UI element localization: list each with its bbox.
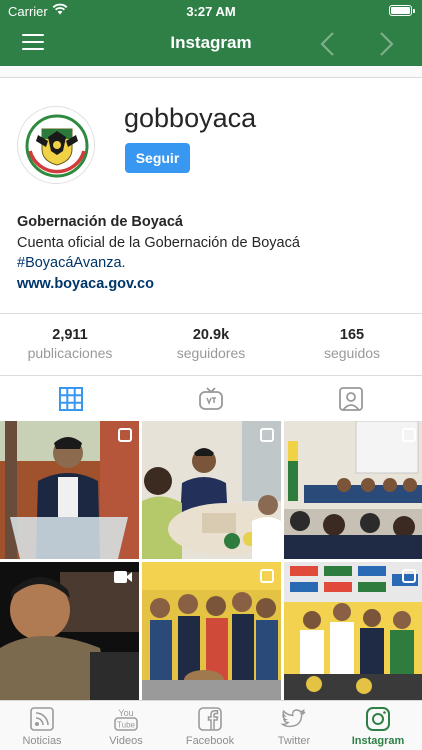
post-image	[142, 421, 281, 559]
tab-facebook[interactable]: Facebook	[168, 705, 252, 750]
hashtag-suffix: .	[121, 255, 126, 271]
igtv-icon[interactable]	[198, 386, 224, 412]
post-thumbnail[interactable]	[0, 562, 139, 700]
multi-photo-icon	[260, 428, 274, 442]
grid-icon[interactable]	[58, 386, 84, 412]
multi-photo-icon	[260, 569, 274, 583]
tab-label: Videos	[109, 735, 143, 747]
nav-title: Instagram	[170, 33, 252, 52]
post-image	[0, 421, 139, 559]
tab-noticias[interactable]: Noticias	[0, 705, 84, 750]
post-thumbnail[interactable]	[0, 421, 139, 559]
post-image	[142, 562, 281, 700]
stat-value: 20.9k	[192, 327, 230, 343]
multi-photo-icon	[402, 569, 416, 583]
post-image	[284, 421, 422, 559]
top-bar: Carrier 3:27 AM Instagram	[0, 0, 422, 66]
hamburger-menu-icon[interactable]	[22, 34, 44, 52]
stat-value: 2,911	[52, 327, 88, 343]
tab-label: Noticias	[22, 735, 62, 747]
status-time: 3:27 AM	[186, 4, 236, 19]
instagram-icon	[366, 707, 390, 731]
facebook-icon	[198, 707, 222, 731]
video-camera-icon	[114, 571, 132, 583]
stat-label: seguidores	[176, 345, 246, 361]
stat-label: publicaciones	[27, 345, 113, 361]
svg-text:You: You	[118, 708, 133, 718]
youtube-icon: You Tube	[114, 708, 138, 731]
profile-tabs	[0, 377, 422, 421]
profile-full-name: Gobernación de Boyacá	[17, 214, 183, 230]
bottom-tab-bar: Noticias You Tube Videos Facebook Twitte…	[0, 700, 422, 750]
stat-value: 165	[339, 327, 365, 343]
profile-avatar[interactable]	[17, 106, 95, 184]
profile-bio: Gobernación de Boyacá Cuenta oficial de …	[17, 212, 407, 294]
tab-label: Twitter	[277, 735, 311, 747]
post-image	[284, 562, 422, 700]
stat-following[interactable]: 165 seguidos	[282, 326, 422, 363]
hashtag-link[interactable]: #BoyacáAvanza	[17, 255, 122, 271]
post-thumbnail[interactable]	[142, 421, 281, 559]
follow-button[interactable]: Seguir	[125, 143, 190, 173]
tab-twitter[interactable]: Twitter	[252, 705, 336, 750]
post-thumbnail[interactable]	[284, 562, 422, 700]
header-divider	[0, 66, 422, 78]
post-thumbnail[interactable]	[142, 562, 281, 700]
tagged-icon[interactable]	[338, 386, 364, 412]
post-grid	[0, 421, 422, 700]
profile-hashtag-line: #BoyacáAvanza.	[17, 253, 407, 274]
battery-icon	[389, 5, 415, 16]
stat-label: seguidos	[323, 345, 381, 361]
tab-label: Facebook	[185, 735, 235, 747]
website-link[interactable]: www.boyaca.gov.co	[17, 276, 154, 292]
news-icon	[30, 707, 54, 731]
tab-label: Instagram	[351, 735, 405, 747]
profile-stats: 2,911 publicaciones 20.9k seguidores 165…	[0, 313, 422, 376]
stat-posts[interactable]: 2,911 publicaciones	[0, 326, 140, 363]
post-thumbnail[interactable]	[284, 421, 422, 559]
twitter-icon	[280, 708, 306, 728]
stat-followers[interactable]: 20.9k seguidores	[141, 326, 281, 363]
chevron-right-icon[interactable]	[374, 30, 398, 58]
coat-of-arms-logo	[25, 114, 89, 178]
tab-videos[interactable]: You Tube Videos	[84, 705, 168, 750]
svg-text:Tube: Tube	[117, 721, 135, 730]
status-bar: Carrier 3:27 AM	[0, 0, 422, 22]
tab-instagram[interactable]: Instagram	[336, 705, 420, 750]
profile-description: Cuenta oficial de la Gobernación de Boya…	[17, 234, 300, 251]
profile-username: gobboyaca	[124, 103, 257, 133]
chevron-left-icon[interactable]	[316, 30, 340, 58]
multi-photo-icon	[118, 428, 132, 442]
nav-bar: Instagram	[0, 22, 422, 66]
multi-photo-icon	[402, 428, 416, 442]
